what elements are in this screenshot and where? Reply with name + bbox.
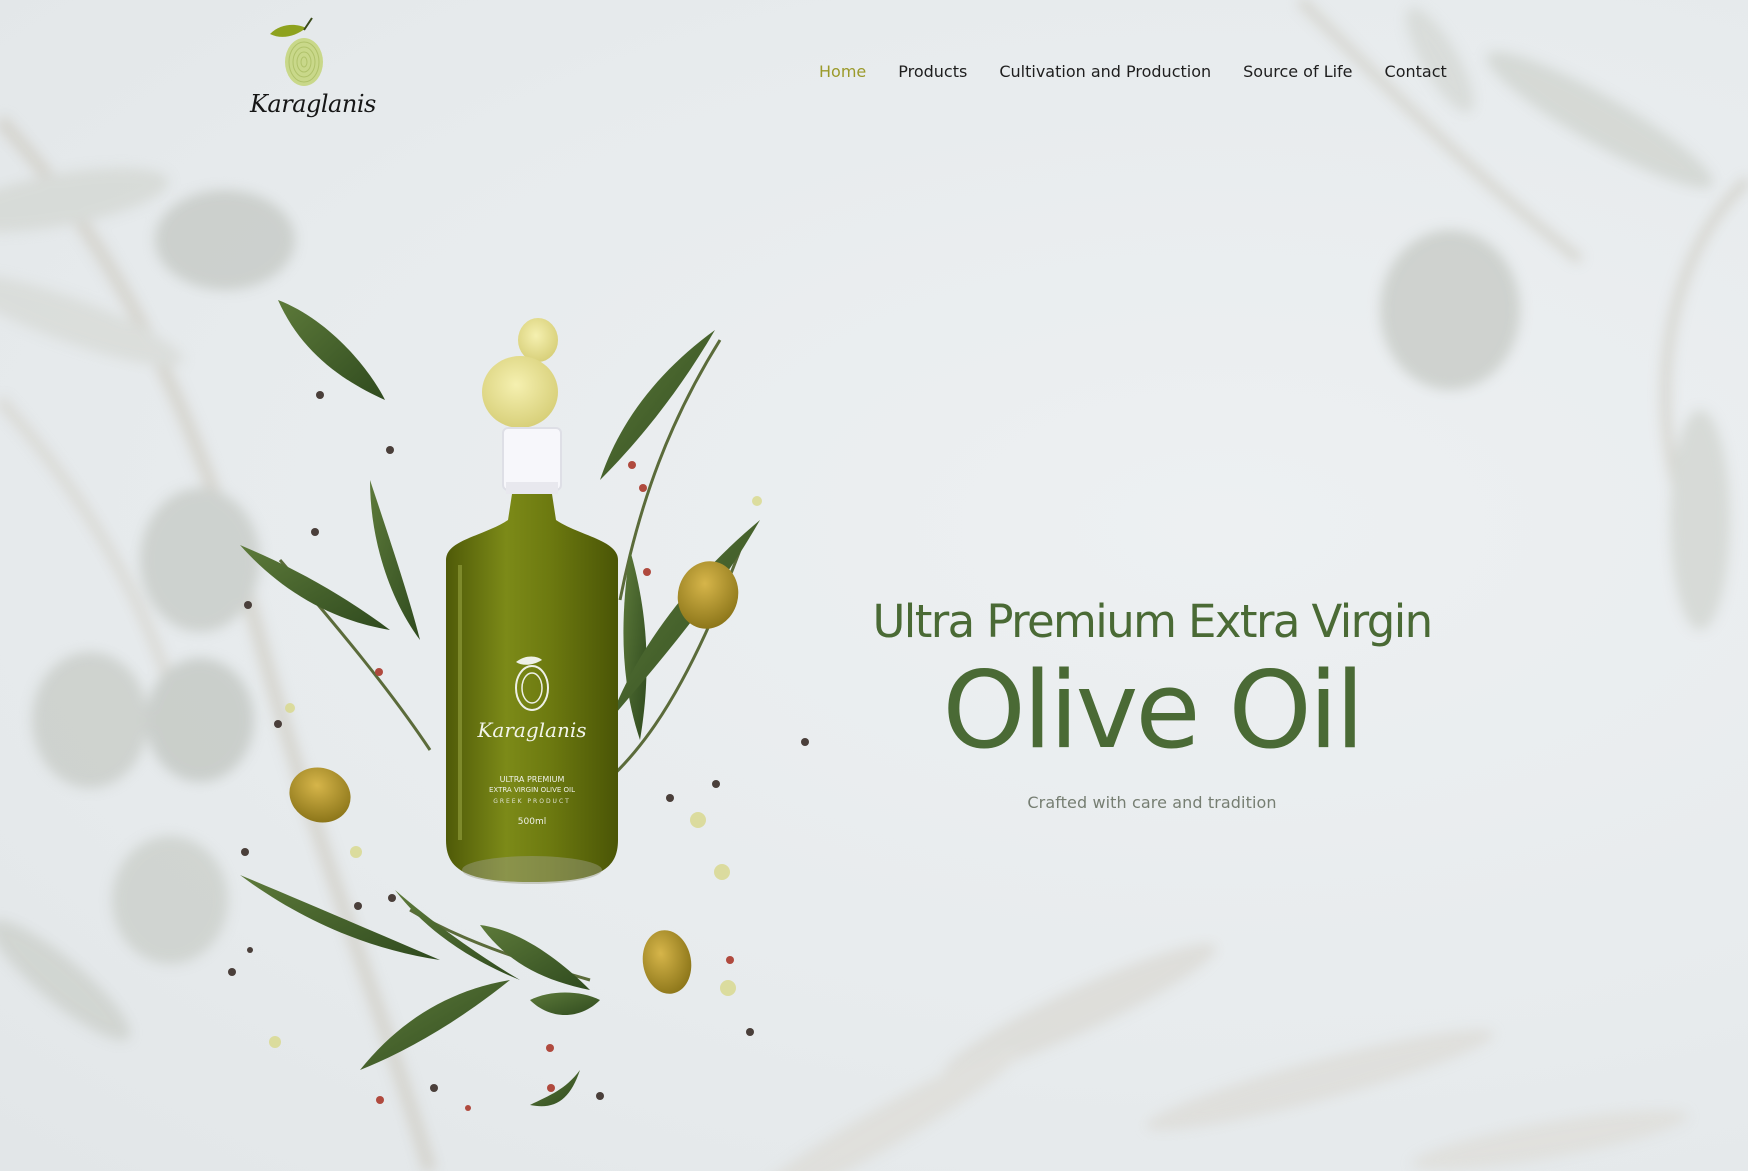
hero-subtitle: Crafted with care and tradition <box>1027 793 1277 812</box>
olive-oil-bottle-image: Karaglanis ULTRA PREMIUM EXTRA VIRGIN OL… <box>228 300 809 1111</box>
bottle-label-line3: GREEK PRODUCT <box>493 798 571 805</box>
bottle-brand-text: Karaglanis <box>476 718 586 742</box>
nav-item-cultivation[interactable]: Cultivation and Production <box>999 60 1211 84</box>
olive-leaf-icon <box>270 24 306 37</box>
bottle-label-line2: EXTRA VIRGIN OLIVE OIL <box>489 786 575 794</box>
page: Karaglanis Home Products Cultivation and… <box>0 0 1748 1171</box>
hero-heading-block: Ultra Premium Extra Virgin Olive Oil Cra… <box>850 592 1454 812</box>
hero-title-line1: Ultra Premium Extra Virgin <box>872 595 1433 648</box>
nav-item-contact[interactable]: Contact <box>1385 60 1447 84</box>
nav-item-source-of-life[interactable]: Source of Life <box>1243 60 1352 84</box>
nav-item-home[interactable]: Home <box>819 60 866 84</box>
bottle-label-line1: ULTRA PREMIUM <box>500 775 565 784</box>
olive-fingerprint-icon <box>285 38 323 86</box>
bottle-volume: 500ml <box>518 817 546 827</box>
nav-item-products[interactable]: Products <box>898 60 967 84</box>
brand-wordmark[interactable]: Karaglanis <box>250 92 376 116</box>
hero-title-line2: Olive Oil <box>942 649 1364 772</box>
main-nav: Home Products Cultivation and Production… <box>819 60 1447 84</box>
